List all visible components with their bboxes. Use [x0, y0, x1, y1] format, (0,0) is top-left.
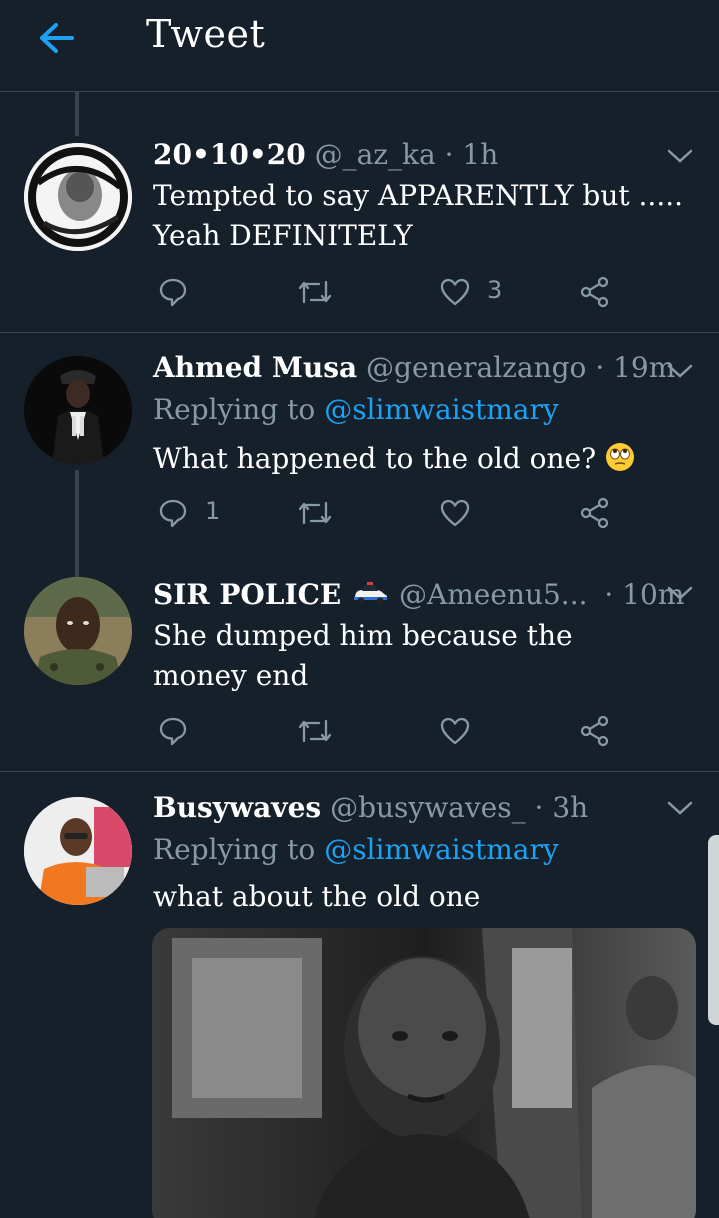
tweet[interactable]: 20•10•20 @_az_ka · 1h Tempted to say APP… — [0, 92, 719, 333]
timestamp: · 1h — [444, 138, 499, 171]
mention-link[interactable]: @slimwaistmary — [324, 833, 559, 866]
mention-link[interactable]: @slimwaistmary — [324, 393, 559, 426]
display-name[interactable]: Busywaves — [153, 791, 321, 824]
reply-icon — [159, 717, 187, 746]
tweet-text: What happened to the old one? — [153, 442, 597, 475]
username[interactable]: @_az_ka — [315, 138, 436, 171]
tweet-header: 20•10•20 @_az_ka · 1h — [153, 138, 498, 171]
retweet-icon — [298, 280, 332, 304]
display-name[interactable]: 20•10•20 — [153, 138, 306, 171]
retweet-icon — [298, 501, 332, 525]
back-arrow-icon[interactable] — [36, 18, 76, 58]
tweet-photo[interactable] — [152, 928, 696, 1218]
avatar[interactable] — [24, 143, 132, 251]
chevron-down-icon[interactable] — [664, 140, 696, 172]
tweet-header: SIR POLICE @Ameenu5... · 10m — [153, 578, 684, 611]
tweet-actions: 1 — [153, 493, 633, 533]
username[interactable]: @busywaves_ — [330, 791, 526, 824]
avatar[interactable] — [24, 577, 132, 685]
reply-count: 1 — [205, 497, 221, 525]
chevron-down-icon[interactable] — [664, 792, 696, 824]
share-icon — [580, 715, 609, 747]
chevron-down-icon[interactable] — [664, 577, 696, 609]
scrollbar-thumb[interactable] — [708, 835, 719, 1025]
timestamp: · 3h — [534, 791, 589, 824]
username[interactable]: @generalzango — [366, 351, 586, 384]
tweet-actions: 3 — [153, 272, 633, 312]
police-car-icon — [354, 582, 388, 605]
heart-icon — [440, 717, 470, 745]
replying-to: Replying to @slimwaistmary — [153, 393, 559, 426]
tweet-text: Tempted to say APPARENTLY but ..... Yeah… — [153, 179, 684, 252]
tweet-text: She dumped him because the money end — [153, 619, 573, 692]
replying-to: Replying to @slimwaistmary — [153, 833, 559, 866]
page-title: Tweet — [146, 12, 266, 56]
display-name[interactable]: SIR POLICE — [153, 578, 341, 611]
tweet-text: what about the old one — [153, 880, 481, 913]
heart-icon — [440, 499, 470, 527]
share-icon — [580, 276, 609, 308]
avatar[interactable] — [24, 356, 132, 464]
face-with-rolling-eyes-icon — [606, 443, 635, 471]
reply-icon — [159, 278, 187, 307]
avatar[interactable] — [24, 797, 132, 905]
top-bar: Tweet — [0, 0, 719, 92]
tweet-actions — [153, 711, 633, 751]
tweet-header: Busywaves @busywaves_ · 3h — [153, 791, 588, 824]
username[interactable]: @Ameenu5... — [399, 578, 588, 611]
tweet[interactable]: Ahmed Musa @generalzango · 19m Replying … — [0, 333, 719, 553]
share-icon — [580, 497, 609, 529]
replying-label: Replying to — [153, 833, 316, 866]
reply-icon — [159, 499, 187, 528]
display-name[interactable]: Ahmed Musa — [153, 351, 357, 384]
tweet-text-wrap: What happened to the old one? — [153, 439, 693, 479]
replying-label: Replying to — [153, 393, 316, 426]
like-count: 3 — [487, 276, 503, 304]
tweet-header: Ahmed Musa @generalzango · 19m — [153, 351, 675, 384]
tweet[interactable]: SIR POLICE @Ameenu5... · 10m She dumped … — [0, 553, 719, 772]
retweet-icon — [298, 719, 332, 743]
chevron-down-icon[interactable] — [664, 355, 696, 387]
heart-icon — [440, 278, 470, 306]
